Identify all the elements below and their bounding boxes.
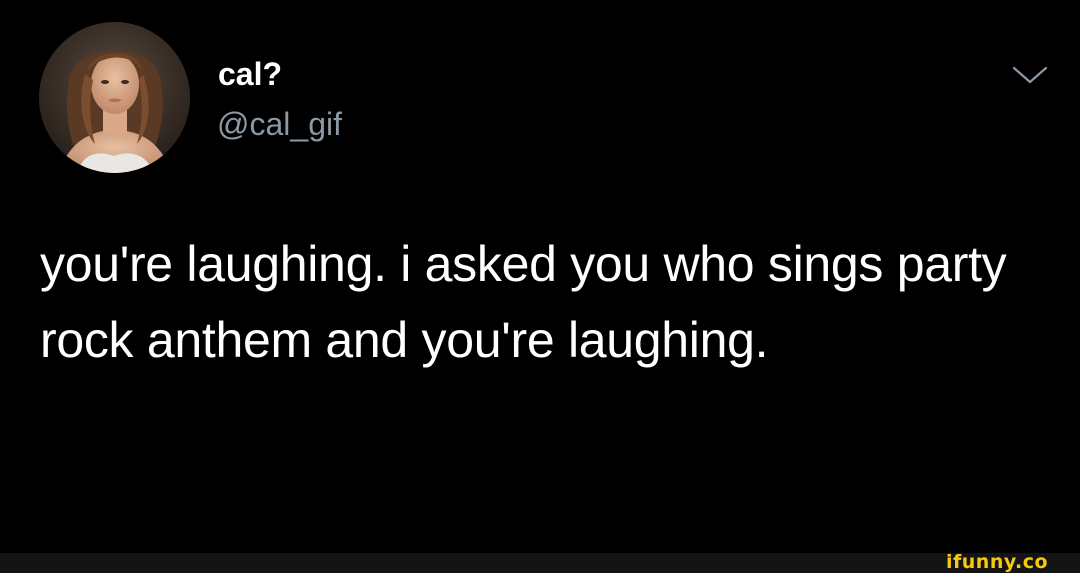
footer-bar [0,553,1080,573]
chevron-down-icon [1012,66,1048,84]
tweet-text: you're laughing. i asked you who sings p… [40,236,1007,368]
tweet-card: cal? @cal_gif you're laughing. i asked y… [0,0,1080,553]
ifunny-watermark: ifunny.co [944,549,1072,573]
more-options-button[interactable] [1008,58,1052,94]
ifunny-logo: ifunny.co [946,551,1048,573]
avatar[interactable] [39,22,190,173]
display-name[interactable]: cal? [218,54,282,94]
user-handle[interactable]: @cal_gif [217,104,342,144]
svg-text:ifunny.co: ifunny.co [946,551,1048,573]
profile-photo-icon [39,22,190,173]
